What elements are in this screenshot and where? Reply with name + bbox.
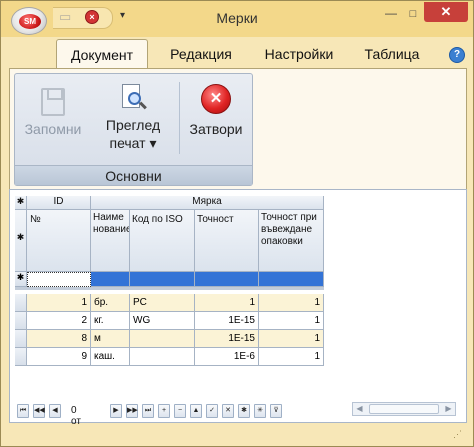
save-button[interactable]: Запомни	[21, 88, 85, 138]
cell-precision[interactable]: 1E-15	[195, 330, 259, 348]
save-label: Запомни	[24, 121, 82, 137]
row-selector[interactable]	[15, 348, 27, 366]
status-bar	[1, 426, 473, 446]
col-header-num[interactable]: №	[27, 210, 91, 272]
close-label: Затвори	[189, 121, 243, 137]
filter-icon[interactable]: ⊽	[270, 404, 282, 418]
help-icon[interactable]: ?	[449, 47, 465, 63]
row-selector[interactable]	[15, 294, 27, 312]
bookmark-icon[interactable]: ✳	[254, 404, 266, 418]
new-row-name-cell[interactable]	[91, 272, 130, 287]
cell-iso[interactable]	[130, 348, 195, 366]
ribbon-group-main: Запомни Преглед печат ▾ ✕ Затвори Основн…	[14, 73, 253, 186]
tab-document[interactable]: Документ	[56, 39, 148, 69]
cell-num[interactable]: 1	[27, 294, 91, 312]
col-header-iso[interactable]: Код по ISO	[130, 210, 195, 272]
last-record-icon[interactable]: ⏭	[142, 404, 154, 418]
maximize-button[interactable]: □	[403, 6, 423, 22]
band-measure[interactable]: Мярка	[91, 196, 324, 210]
post-record-icon[interactable]: ✓	[206, 404, 218, 418]
cell-num[interactable]: 2	[27, 312, 91, 330]
close-button[interactable]: ✕ Затвори	[183, 84, 249, 138]
delete-record-icon[interactable]: −	[174, 404, 186, 418]
cell-iso[interactable]: PC	[130, 294, 195, 312]
add-record-icon[interactable]: +	[158, 404, 170, 418]
cell-num[interactable]: 9	[27, 348, 91, 366]
scroll-thumb[interactable]	[369, 404, 439, 414]
cell-precision[interactable]: 1E-6	[195, 348, 259, 366]
edit-record-icon[interactable]: ▲	[190, 404, 202, 418]
new-row-num-cell[interactable]	[27, 272, 91, 287]
close-window-button[interactable]: ✕	[424, 2, 468, 22]
col-header-precision[interactable]: Точност	[195, 210, 259, 272]
row-selector[interactable]	[15, 312, 27, 330]
new-row-indicator-icon[interactable]: ✱	[15, 272, 27, 287]
scroll-left-icon[interactable]: ◀	[353, 403, 366, 415]
tab-edit[interactable]: Редакция	[153, 39, 249, 69]
cell-precision[interactable]: 1	[195, 294, 259, 312]
scroll-right-icon[interactable]: ▶	[442, 403, 455, 415]
prev-page-icon[interactable]: ◀◀	[33, 404, 45, 418]
cell-name[interactable]: бр.	[91, 294, 130, 312]
cell-name[interactable]: каш.	[91, 348, 130, 366]
cell-name[interactable]: м	[91, 330, 130, 348]
group-separator	[179, 82, 180, 154]
next-record-icon[interactable]: ▶	[110, 404, 122, 418]
print-preview-label-2: печат ▾	[109, 135, 157, 151]
refresh-icon[interactable]: ✱	[238, 404, 250, 418]
cell-name[interactable]: кг.	[91, 312, 130, 330]
cell-iso[interactable]: WG	[130, 312, 195, 330]
new-row-input-precision-cell[interactable]	[259, 272, 324, 287]
grid-container: ✱ ID Мярка ✱ № Наиме нование Код по ISO …	[9, 189, 467, 423]
col-header-name[interactable]: Наиме нование	[91, 210, 130, 272]
cell-input-precision[interactable]: 1	[259, 312, 324, 330]
cell-input-precision[interactable]: 1	[259, 348, 324, 366]
resize-grip-icon[interactable]: ⋰	[453, 429, 462, 440]
print-preview-label: Преглед	[105, 117, 161, 133]
close-icon: ✕	[201, 84, 231, 114]
col-header-input-precision[interactable]: Точност при въвеждане опаковки	[259, 210, 324, 272]
print-preview-icon	[120, 84, 147, 114]
prev-record-icon[interactable]: ◀	[49, 404, 61, 418]
horizontal-scrollbar[interactable]: ◀ ▶	[352, 402, 456, 416]
new-row-precision-cell[interactable]	[195, 272, 259, 287]
cell-precision[interactable]: 1E-15	[195, 312, 259, 330]
next-page-icon[interactable]: ▶▶	[126, 404, 138, 418]
cancel-edit-icon[interactable]: ✕	[222, 404, 234, 418]
minimize-button[interactable]: —	[381, 6, 401, 22]
new-row-iso-cell[interactable]	[130, 272, 195, 287]
cell-input-precision[interactable]: 1	[259, 294, 324, 312]
group-label: Основни	[15, 165, 252, 185]
cell-iso[interactable]	[130, 330, 195, 348]
print-preview-button[interactable]: Преглед печат ▾	[95, 84, 171, 152]
main-window: SM ▭ × ▾ Мерки — □ ✕ Документ Редакция Н…	[0, 0, 474, 447]
header-corner-icon: ✱	[15, 210, 27, 272]
cell-input-precision[interactable]: 1	[259, 330, 324, 348]
first-record-icon[interactable]: ⏮	[17, 404, 29, 418]
cell-num[interactable]: 8	[27, 330, 91, 348]
ribbon-tabs: Документ Редакция Настройки Таблица	[1, 39, 473, 69]
tab-table[interactable]: Таблица	[349, 39, 435, 69]
save-icon	[41, 88, 65, 116]
band-id[interactable]: ID	[27, 196, 91, 210]
grid-separator	[15, 287, 324, 290]
title-bar: SM ▭ × ▾ Мерки — □ ✕	[1, 1, 473, 37]
band-corner-icon: ✱	[15, 196, 27, 210]
ribbon-panel: Запомни Преглед печат ▾ ✕ Затвори Основн…	[9, 68, 467, 190]
tab-settings[interactable]: Настройки	[251, 39, 347, 69]
row-selector[interactable]	[15, 330, 27, 348]
